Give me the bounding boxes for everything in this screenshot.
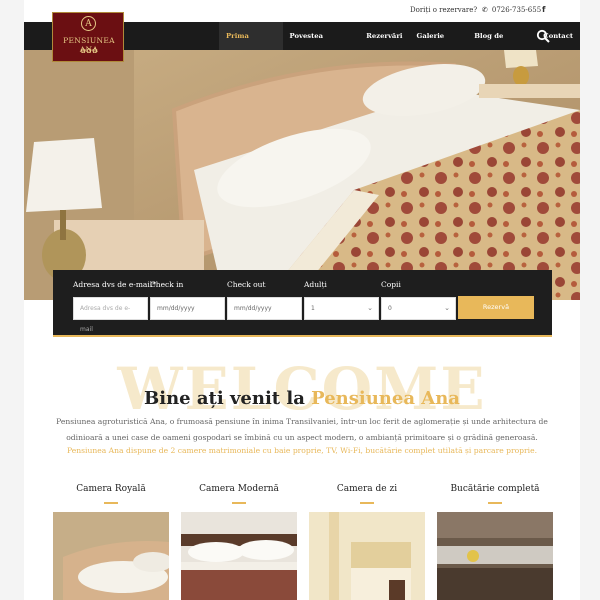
adults-select[interactable]: 1 ⌄ bbox=[304, 297, 379, 320]
nav-item-gallery[interactable]: Galerie foto bbox=[410, 22, 468, 68]
adults-value: 1 bbox=[311, 305, 315, 312]
nav-item-blog[interactable]: Blog de turism bbox=[467, 22, 536, 68]
room-card-kitchen[interactable]: Bucătărie completă bbox=[437, 484, 553, 600]
logo-crest-icon: A bbox=[81, 16, 96, 31]
nav-item-story[interactable]: Povestea noastră bbox=[283, 22, 360, 68]
book-button[interactable]: Rezervă bbox=[458, 296, 534, 319]
checkout-group: Check out mm/dd/yyyy bbox=[227, 280, 302, 320]
adults-label: Adulți bbox=[304, 280, 327, 289]
children-select[interactable]: 0 ⌄ bbox=[381, 297, 456, 320]
nav-item-home[interactable]: Prima pagină bbox=[219, 22, 283, 68]
phone-number: 0726-735-655 bbox=[491, 6, 542, 14]
site-logo[interactable]: A PENSIUNEA ANA ✿✿✿ bbox=[52, 12, 124, 62]
checkout-label: Check out bbox=[227, 280, 266, 289]
checkin-label: Check in bbox=[150, 280, 184, 289]
welcome-title: Bine ați venit la Pensiunea Ana bbox=[24, 388, 580, 409]
room-image[interactable] bbox=[437, 512, 553, 600]
hero-image bbox=[24, 50, 580, 300]
adults-group: Adulți 1 ⌄ bbox=[304, 280, 379, 320]
children-label: Copii bbox=[381, 280, 401, 289]
room-title: Camera Royală bbox=[76, 484, 146, 494]
hero-bedroom-illustration bbox=[24, 50, 580, 300]
welcome-title-accent: Pensiunea Ana bbox=[311, 388, 460, 409]
chevron-down-icon: ⌄ bbox=[367, 304, 373, 312]
email-field[interactable]: Adresa dvs de e-mail bbox=[73, 297, 148, 333]
checkin-field[interactable]: mm/dd/yyyy bbox=[150, 297, 225, 320]
room-card-royal[interactable]: Camera Royală bbox=[53, 484, 169, 600]
room-title: Camera Modernă bbox=[199, 484, 279, 494]
room-image[interactable] bbox=[181, 512, 297, 600]
phone-link[interactable]: ✆ 0726-735-655 bbox=[482, 6, 541, 14]
room-title: Camera de zi bbox=[336, 484, 398, 494]
booking-form: Adresa dvs de e-mail* Adresa dvs de e-ma… bbox=[53, 270, 552, 337]
menu: Prima pagină Povestea noastră Rezervări … bbox=[219, 22, 580, 68]
nav-item-reservations[interactable]: Rezervări bbox=[359, 22, 409, 50]
room-card-modern[interactable]: Camera Modernă bbox=[181, 484, 297, 600]
room-card-living[interactable]: Camera de zi bbox=[309, 484, 425, 600]
logo-ornament: ✿✿✿ bbox=[80, 47, 98, 55]
room-title: Bucătărie completă bbox=[450, 484, 540, 494]
reservation-question[interactable]: Doriți o rezervare? bbox=[410, 6, 477, 14]
welcome-title-prefix: Bine ați venit la bbox=[144, 388, 312, 409]
checkin-group: Check in mm/dd/yyyy bbox=[150, 280, 225, 320]
welcome-highlight: Pensiunea Ana dispune de 2 camere matrim… bbox=[66, 446, 538, 455]
welcome-description: Pensiunea agroturistică Ana, o frumoasă … bbox=[56, 417, 548, 442]
room-image[interactable] bbox=[53, 512, 169, 600]
title-underline bbox=[360, 502, 374, 504]
title-underline bbox=[104, 502, 118, 504]
phone-icon: ✆ bbox=[482, 6, 488, 14]
email-label: Adresa dvs de e-mail* bbox=[73, 280, 156, 289]
search-icon[interactable] bbox=[536, 29, 550, 43]
title-underline bbox=[488, 502, 502, 504]
chevron-down-icon: ⌄ bbox=[444, 304, 450, 312]
email-group: Adresa dvs de e-mail* Adresa dvs de e-ma… bbox=[73, 280, 156, 333]
title-underline bbox=[232, 502, 246, 504]
children-value: 0 bbox=[388, 305, 392, 312]
checkout-field[interactable]: mm/dd/yyyy bbox=[227, 297, 302, 320]
facebook-icon[interactable]: f bbox=[542, 5, 545, 14]
children-group: Copii 0 ⌄ bbox=[381, 280, 456, 320]
room-image[interactable] bbox=[309, 512, 425, 600]
page: Doriți o rezervare? ✆ 0726-735-655 f Prim… bbox=[24, 0, 580, 600]
